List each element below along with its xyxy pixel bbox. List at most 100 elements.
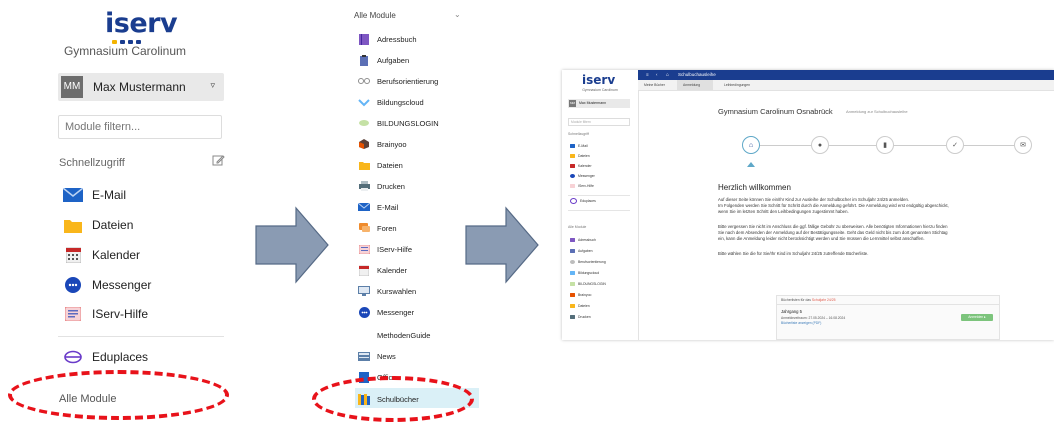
eduplaces-link[interactable]: Eduplaces (570, 198, 596, 204)
brainyoo-icon (358, 139, 370, 150)
module-berufsorientierung[interactable]: Berufsorientierung (570, 259, 606, 265)
module-drucken[interactable]: Drucken (570, 314, 591, 320)
module-aufgaben[interactable]: Aufgaben (358, 53, 409, 67)
step-home-icon[interactable]: ⌂ (742, 136, 760, 154)
all-modules-label[interactable]: Alle Module (568, 225, 586, 229)
step-connector (964, 145, 1014, 146)
intro-line: wenn Sie im letzten Schritt den Leihbedi… (718, 209, 849, 214)
messenger-icon (358, 306, 370, 318)
module-label: Drucken (377, 181, 405, 191)
arrow-right-icon (255, 206, 329, 284)
card-header: Bücherlisten für das Schuljahr 24/25 (777, 296, 999, 305)
item-label: BILDUNGSLOGIN (578, 282, 606, 286)
quick-item-iserv-hilfe[interactable]: IServ-Hilfe (570, 183, 594, 189)
edit-icon[interactable] (212, 154, 225, 172)
module-bildungscloud[interactable]: Bildungscloud (358, 95, 424, 109)
user-menu[interactable]: MM Max Mustermann ▿ (58, 73, 224, 101)
quick-item-iserv-hilfe[interactable]: IServ-Hilfe (63, 304, 148, 324)
quick-item-kalender[interactable]: Kalender (570, 163, 592, 169)
module-kurswahlen[interactable]: Kurswahlen (358, 284, 416, 298)
mail-icon (358, 202, 370, 213)
mail-icon (63, 187, 83, 203)
tab-anmeldung[interactable]: Anmeldung (683, 83, 700, 87)
module-methodenguide[interactable]: MethodenGuide (358, 328, 430, 342)
module-brainyoo[interactable]: Brainyoo (358, 137, 407, 151)
step-check-icon[interactable]: ✓ (946, 136, 964, 154)
module-berufsorientierung[interactable]: Berufsorientierung (358, 74, 438, 88)
back-icon[interactable]: ‹ (656, 72, 658, 77)
item-label: Eduplaces (580, 199, 596, 203)
module-kalender[interactable]: Kalender (358, 263, 407, 277)
module-label: Kurswahlen (377, 286, 417, 296)
tab-meine-buecher[interactable]: Meine Bücher (644, 83, 665, 87)
item-label: Dateien (92, 218, 134, 232)
module-brainyoo[interactable]: Brainyoo (570, 292, 591, 298)
card-header-year: Schuljahr 24/25 (811, 298, 836, 302)
quick-item-messenger[interactable]: Messenger (570, 173, 595, 179)
quick-item-email[interactable]: E-Mail (570, 143, 588, 149)
news-icon (358, 351, 370, 362)
tab-bar: Meine Bücher Anmeldung Leihbedingungen (638, 80, 1054, 91)
module-bildungslogin[interactable]: BILDUNGSLOGIN (570, 281, 606, 287)
addressbook-icon (570, 238, 575, 242)
folder-icon (570, 304, 575, 308)
school-name: Gymnasium Carolinum (582, 88, 618, 92)
module-adressbuch[interactable]: Adressbuch (358, 32, 417, 46)
register-button[interactable]: Anmelden ▸ (961, 314, 993, 321)
item-label: Messenger (92, 278, 152, 292)
module-drucken[interactable]: Drucken (358, 179, 405, 193)
module-dateien[interactable]: Dateien (570, 303, 590, 309)
module-label: BILDUNGSLOGIN (377, 118, 439, 128)
item-label: IServ-Hilfe (92, 307, 149, 321)
quick-item-dateien[interactable]: Dateien (570, 153, 590, 159)
menu-icon[interactable]: ≡ (646, 72, 649, 77)
item-label: Berufsorientierung (578, 260, 606, 264)
module-messenger[interactable]: Messenger (358, 305, 414, 319)
card-header-text: Bücherlisten für das (781, 298, 812, 302)
module-email[interactable]: E-Mail (358, 200, 398, 214)
module-aufgaben[interactable]: Aufgaben (570, 248, 593, 254)
user-name: Max Mustermann (93, 80, 186, 94)
eduplaces-icon (63, 349, 83, 365)
heading-subtitle: Anmeldung zur Schulbuchausleihe (846, 109, 908, 114)
step-mail-icon[interactable]: ✉ (1014, 136, 1032, 154)
divider (58, 336, 224, 337)
module-dateien[interactable]: Dateien (358, 158, 403, 172)
quick-access-label: Schnellzugriff (59, 157, 125, 169)
all-modules-header[interactable]: Alle Module (354, 11, 396, 20)
sidebar: iserv Gymnasium Carolinum MM Max Musterm… (562, 70, 639, 340)
tab-leihbedingungen[interactable]: Leihbedingungen (724, 83, 750, 87)
module-label: Aufgaben (377, 55, 410, 65)
quick-item-kalender[interactable]: Kalender (63, 245, 140, 265)
step-book-icon[interactable]: ▮ (876, 136, 894, 154)
module-bildungslogin[interactable]: BILDUNGSLOGIN (358, 116, 439, 130)
module-adressbuch[interactable]: Adressbuch (570, 237, 596, 243)
module-filter-input[interactable]: Module filtern (568, 118, 630, 126)
quick-item-dateien[interactable]: Dateien (63, 215, 133, 235)
item-label: Brainyoo (578, 293, 592, 297)
step-indicator (747, 162, 755, 167)
eduplaces-link[interactable]: Eduplaces (63, 347, 148, 367)
module-bildungscloud[interactable]: Bildungscloud (570, 270, 599, 276)
booklist-pdf-link[interactable]: Bücherliste anzeigen (PDF) (781, 321, 821, 325)
panel-all-modules: Alle Module ⌄ Adressbuch Aufgaben Berufs… (340, 0, 480, 426)
module-foren[interactable]: Foren (358, 221, 397, 235)
module-label: Messenger (377, 307, 415, 317)
calendar-icon (358, 265, 370, 276)
chevron-up-icon[interactable]: ⌄ (454, 10, 461, 19)
module-label: MethodenGuide (377, 330, 431, 340)
divider (568, 210, 630, 211)
item-label: Aufgaben (578, 249, 593, 253)
home-icon[interactable]: ⌂ (666, 72, 669, 78)
item-label: Eduplaces (92, 350, 149, 364)
module-news[interactable]: News (358, 349, 396, 363)
school-heading: Gymnasium Carolinum Osnabrück (718, 107, 833, 116)
highlight-ellipse (312, 376, 474, 422)
step-person-icon[interactable]: ● (811, 136, 829, 154)
user-menu[interactable]: MM Max Mustermann (568, 99, 630, 108)
quick-item-messenger[interactable]: Messenger (63, 275, 151, 295)
booklist-card: Bücherlisten für das Schuljahr 24/25 Jah… (776, 295, 1000, 340)
quick-item-email[interactable]: E-Mail (63, 185, 126, 205)
module-iserv-hilfe[interactable]: IServ-Hilfe (358, 242, 412, 256)
module-filter-input[interactable] (58, 115, 222, 139)
